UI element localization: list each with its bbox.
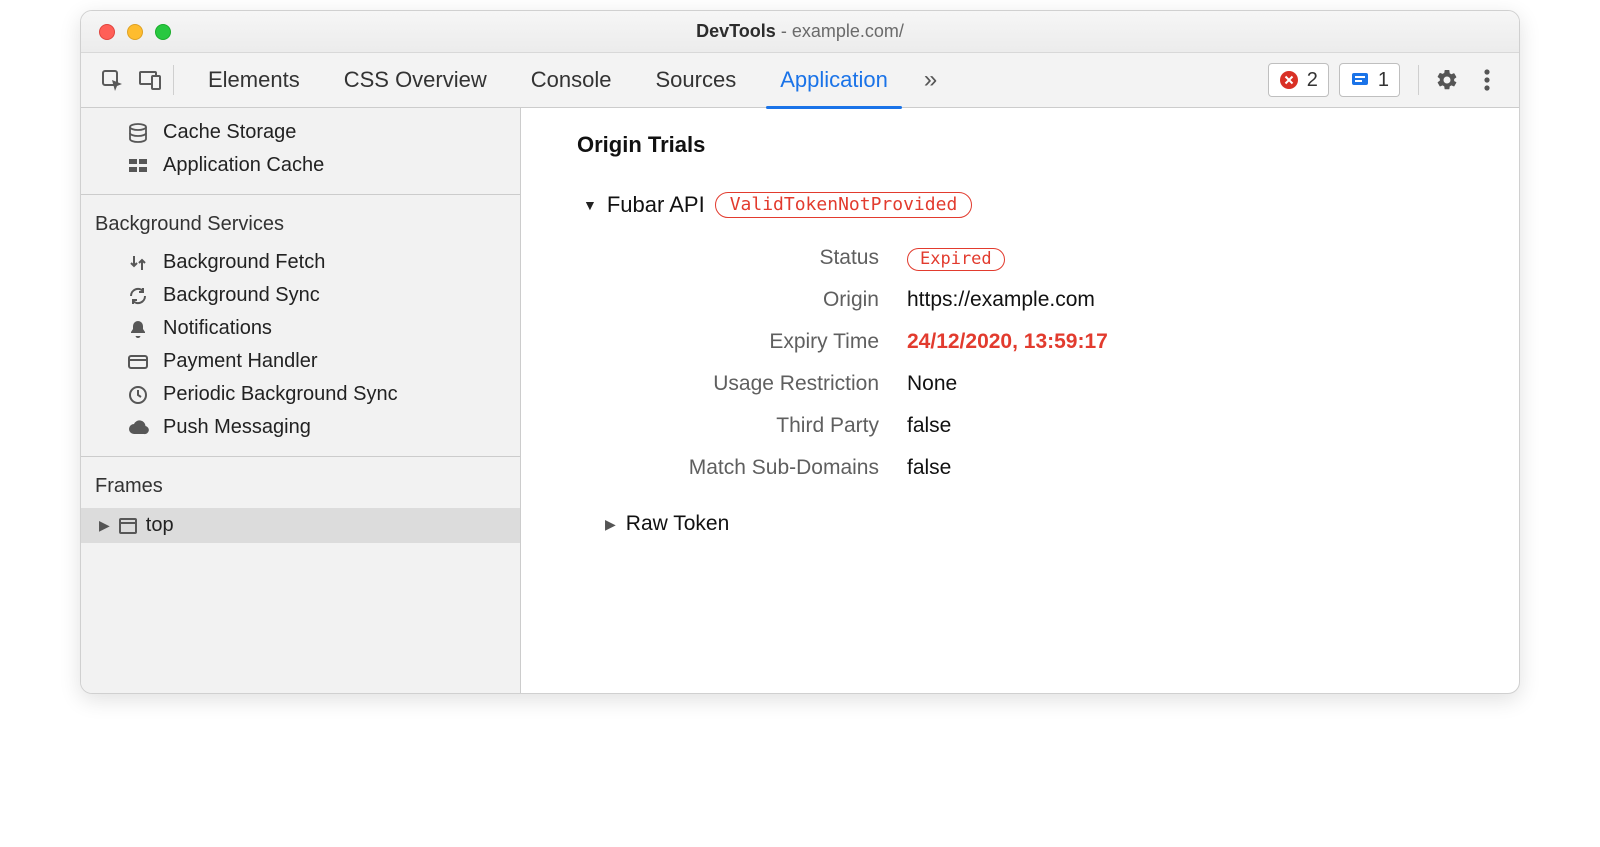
value-status: Expired xyxy=(907,246,1479,270)
issues-count: 1 xyxy=(1378,69,1389,92)
tab-console[interactable]: Console xyxy=(509,53,634,108)
sidebar-item-application-cache[interactable]: Application Cache xyxy=(81,149,520,182)
toolbar: Elements CSS Overview Console Sources Ap… xyxy=(81,53,1519,108)
panel-title: Origin Trials xyxy=(577,132,1479,158)
frame-icon xyxy=(118,516,138,536)
sidebar-item-push-messaging[interactable]: Push Messaging xyxy=(81,411,520,444)
sidebar-divider xyxy=(81,456,520,457)
frame-item-top[interactable]: ▶ top xyxy=(81,508,520,543)
cloud-icon xyxy=(125,417,151,439)
error-icon xyxy=(1279,70,1299,90)
database-icon xyxy=(125,122,151,144)
value-match-subdomains: false xyxy=(907,456,1479,480)
tab-elements[interactable]: Elements xyxy=(186,53,322,108)
tab-application[interactable]: Application xyxy=(758,53,910,108)
value-third-party: false xyxy=(907,414,1479,438)
sidebar-divider xyxy=(81,194,520,195)
devtools-window: DevTools - example.com/ Elements CSS Ove… xyxy=(80,10,1520,694)
raw-token-row[interactable]: ▶ Raw Token xyxy=(605,512,1479,536)
raw-token-label: Raw Token xyxy=(626,512,730,536)
minimize-window-button[interactable] xyxy=(127,24,143,40)
device-toolbar-button[interactable] xyxy=(131,62,169,98)
sidebar-item-background-fetch[interactable]: Background Fetch xyxy=(81,246,520,279)
expand-triangle-icon: ▼ xyxy=(583,197,597,213)
value-usage-restriction: None xyxy=(907,372,1479,396)
label-status: Status xyxy=(587,246,907,270)
issues-icon xyxy=(1350,70,1370,90)
toolbar-divider xyxy=(173,65,174,95)
close-window-button[interactable] xyxy=(99,24,115,40)
more-tabs-button[interactable]: » xyxy=(910,66,951,94)
toolbar-divider xyxy=(1418,65,1419,95)
grid-icon xyxy=(125,156,151,176)
error-count: 2 xyxy=(1307,69,1318,92)
sidebar-item-cache-storage[interactable]: Cache Storage xyxy=(81,116,520,149)
sidebar-heading-background-services: Background Services xyxy=(81,207,520,246)
error-counter[interactable]: 2 xyxy=(1268,63,1329,97)
value-origin: https://example.com xyxy=(907,288,1479,312)
sidebar-item-background-sync[interactable]: Background Sync xyxy=(81,279,520,312)
titlebar: DevTools - example.com/ xyxy=(81,11,1519,53)
application-main-panel: Origin Trials ▼ Fubar API ValidTokenNotP… xyxy=(521,108,1519,693)
application-sidebar: Cache Storage Application Cache Backgrou… xyxy=(81,108,521,693)
token-status-pill: ValidTokenNotProvided xyxy=(715,192,973,218)
trial-name: Fubar API xyxy=(607,192,705,218)
label-match-subdomains: Match Sub-Domains xyxy=(587,456,907,480)
fetch-icon xyxy=(125,253,151,273)
sidebar-item-notifications[interactable]: Notifications xyxy=(81,312,520,345)
sidebar-item-periodic-background-sync[interactable]: Periodic Background Sync xyxy=(81,378,520,411)
sidebar-heading-frames: Frames xyxy=(81,469,520,508)
title-url: example.com/ xyxy=(792,21,904,41)
label-third-party: Third Party xyxy=(587,414,907,438)
clock-icon xyxy=(125,385,151,405)
expand-triangle-icon: ▶ xyxy=(99,517,110,534)
frame-label: top xyxy=(146,514,174,537)
label-usage-restriction: Usage Restriction xyxy=(587,372,907,396)
tab-sources[interactable]: Sources xyxy=(633,53,758,108)
trial-details-table: Status Expired Origin https://example.co… xyxy=(587,246,1479,480)
window-controls xyxy=(81,24,171,40)
credit-card-icon xyxy=(125,351,151,373)
title-app: DevTools xyxy=(696,21,776,41)
bell-icon xyxy=(125,319,151,339)
zoom-window-button[interactable] xyxy=(155,24,171,40)
label-origin: Origin xyxy=(587,288,907,312)
status-pill: Expired xyxy=(907,248,1005,271)
inspect-element-button[interactable] xyxy=(93,62,131,98)
origin-trial-row[interactable]: ▼ Fubar API ValidTokenNotProvided xyxy=(583,192,1479,218)
sync-icon xyxy=(125,286,151,306)
label-expiry: Expiry Time xyxy=(587,330,907,354)
issues-counter[interactable]: 1 xyxy=(1339,63,1400,97)
window-title: DevTools - example.com/ xyxy=(81,21,1519,42)
more-options-button[interactable] xyxy=(1467,60,1507,100)
value-expiry: 24/12/2020, 13:59:17 xyxy=(907,330,1479,354)
settings-button[interactable] xyxy=(1427,60,1467,100)
sidebar-item-payment-handler[interactable]: Payment Handler xyxy=(81,345,520,378)
expand-triangle-icon: ▶ xyxy=(605,516,616,533)
tab-css-overview[interactable]: CSS Overview xyxy=(322,53,509,108)
